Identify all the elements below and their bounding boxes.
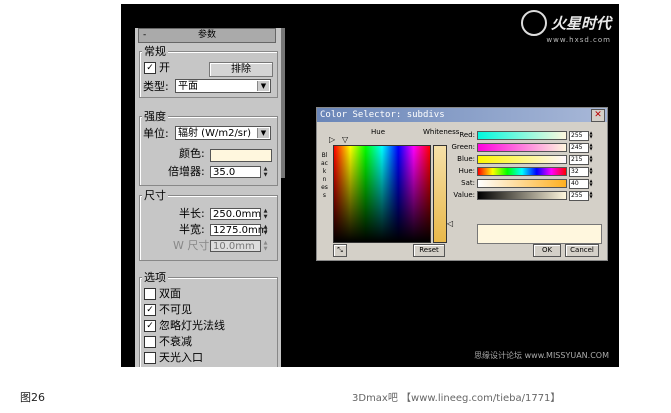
logo-icon [520, 10, 547, 36]
spinner-arrows-icon[interactable]: ▲ ▼ [262, 208, 269, 220]
eyedropper-icon[interactable]: ⤡ [333, 244, 347, 257]
half-width-input[interactable]: 1275.0mm [210, 224, 267, 236]
hue-blackness-picker[interactable] [333, 145, 431, 243]
skylight-portal-label: 天光入口 [159, 351, 203, 364]
channel-slider[interactable] [477, 143, 567, 152]
channel-value-input[interactable]: 32 [569, 167, 589, 177]
hue-label: Hue [371, 128, 386, 136]
spinner-arrows-icon[interactable]: ▲ ▼ [262, 166, 269, 178]
half-length-label: 半长: [179, 207, 205, 220]
channel-label: Green: [451, 143, 475, 151]
spinner-arrows-icon[interactable]: ▲ ▼ [588, 131, 594, 140]
color-selector-dialog: Color Selector: subdivs ✕ Hue Whiteness … [316, 107, 608, 261]
spinner-arrows-icon: ▲ ▼ [263, 240, 268, 252]
channel-label: Value: [453, 191, 475, 199]
cancel-button[interactable]: Cancel [565, 244, 599, 257]
whiteness-pointer-icon[interactable]: ◁ [447, 220, 453, 228]
channel-value-input[interactable]: 40 [569, 179, 589, 189]
spinner-arrows-icon[interactable]: ▲ ▼ [588, 155, 594, 164]
channel-slider[interactable] [477, 131, 567, 140]
channel-slider[interactable] [477, 167, 567, 176]
invisible-label: 不可见 [159, 303, 192, 316]
channel-slider[interactable] [477, 155, 567, 164]
double-sided-checkbox[interactable] [144, 288, 156, 300]
color-swatch[interactable] [210, 149, 272, 162]
spinner-arrows-icon[interactable]: ▲ ▼ [262, 224, 269, 236]
channel-value-input[interactable]: 255 [569, 131, 589, 141]
reset-button[interactable]: Reset [413, 244, 445, 257]
logo: 火星时代 www.hxsd.com [520, 10, 611, 44]
color-label: 颜色: [179, 147, 205, 160]
screenshot: 火星时代 www.hxsd.com - 参数 常规 ✓ 开 排除 类型: 平面 … [121, 4, 619, 367]
hue-pointer-icon[interactable]: ▽ [342, 136, 348, 144]
invisible-checkbox[interactable]: ✓ [144, 304, 156, 316]
type-dropdown[interactable]: 平面 ▼ [175, 79, 271, 93]
group-label-general: 常规 [142, 45, 168, 58]
units-dropdown[interactable]: 辐射 (W/m2/sr) ▼ [175, 126, 271, 140]
rollout-header-parameters[interactable]: - 参数 [138, 28, 276, 43]
channel-slider[interactable] [477, 179, 567, 188]
group-label-intensity: 强度 [142, 110, 168, 123]
channel-label: Blue: [457, 155, 475, 163]
panel-scrollbar[interactable] [281, 28, 285, 178]
chevron-down-icon: ▼ [257, 128, 269, 138]
channel-slider[interactable] [477, 191, 567, 200]
multiplier-label: 倍增器: [168, 165, 205, 178]
spinner-arrows-icon[interactable]: ▲ ▼ [588, 167, 594, 176]
no-decay-label: 不衰减 [159, 335, 192, 348]
half-length-input[interactable]: 250.0mm [210, 208, 261, 220]
channel-label: Sat: [461, 179, 475, 187]
hue-marker-icon[interactable]: ▷ [329, 136, 335, 144]
skylight-portal-checkbox[interactable] [144, 352, 156, 364]
footer-link: 3Dmax吧 【www.lineeg.com/tieba/1771】 [352, 393, 561, 404]
channel-value-input[interactable]: 255 [569, 191, 589, 201]
dialog-title: Color Selector: subdivs [317, 108, 607, 122]
figure-caption: 图26 [20, 391, 45, 404]
units-label: 单位: [143, 127, 169, 140]
channel-label: Hue: [458, 167, 475, 175]
ignore-light-normals-label: 忽略灯光法线 [159, 319, 225, 332]
group-label-options: 选项 [142, 271, 168, 284]
channel-value-input[interactable]: 215 [569, 155, 589, 165]
spinner-arrows-icon[interactable]: ▲ ▼ [588, 191, 594, 200]
on-checkbox[interactable]: ✓ [144, 62, 156, 74]
parameters-panel: - 参数 常规 ✓ 开 排除 类型: 平面 ▼ 强度 单位: 辐射 (W/m2/… [135, 28, 281, 367]
half-width-label: 半宽: [179, 223, 205, 236]
on-label: 开 [159, 61, 170, 74]
color-preview [477, 224, 602, 244]
spinner-arrows-icon[interactable]: ▲ ▼ [588, 143, 594, 152]
channel-value-input[interactable]: 245 [569, 143, 589, 153]
spinner-arrows-icon[interactable]: ▲ ▼ [588, 179, 594, 188]
channel-label: Red: [459, 131, 475, 139]
no-decay-checkbox[interactable] [144, 336, 156, 348]
exclude-button[interactable]: 排除 [209, 62, 273, 77]
close-icon[interactable]: ✕ [591, 109, 605, 122]
blackness-label: Blackness [321, 152, 328, 199]
multiplier-input[interactable]: 35.0 [210, 166, 261, 178]
chevron-down-icon: ▼ [257, 81, 269, 91]
ignore-light-normals-checkbox[interactable]: ✓ [144, 320, 156, 332]
w-size-input: 10.0mm [210, 240, 261, 252]
watermark: 思缘设计论坛 www.MISSYUAN.COM [474, 351, 609, 360]
w-size-label: W 尺寸 [173, 239, 210, 252]
type-label: 类型: [143, 80, 169, 93]
ok-button[interactable]: OK [533, 244, 561, 257]
group-label-size: 尺寸 [142, 189, 168, 202]
double-sided-label: 双面 [159, 287, 181, 300]
